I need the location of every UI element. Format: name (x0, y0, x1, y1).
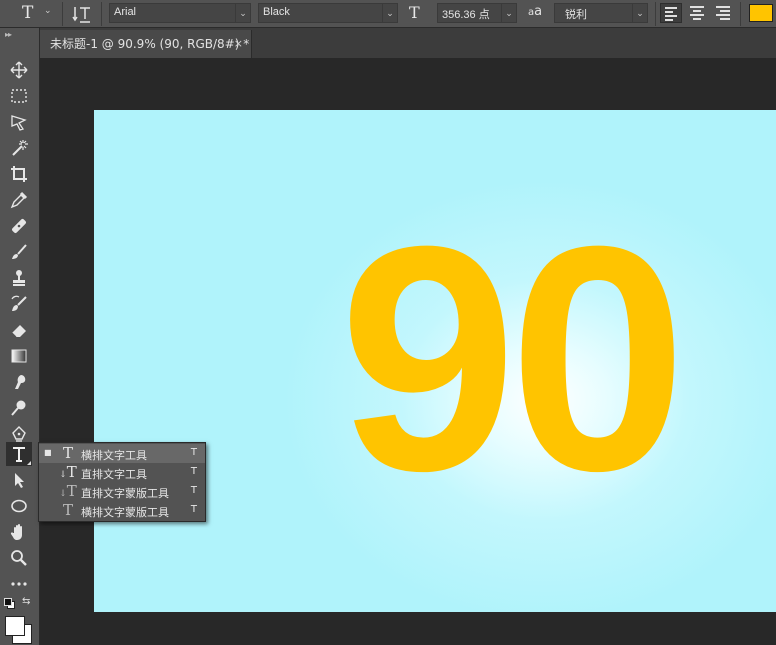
hand-tool[interactable] (6, 520, 32, 544)
history-brush-icon (11, 295, 27, 311)
anti-alias-select[interactable]: 锐利 ⌄ (554, 3, 648, 23)
type-tool-preset-icon[interactable]: T (22, 2, 33, 24)
gradient-icon (11, 349, 27, 363)
divider (101, 2, 102, 26)
chevron-down-icon: ⌄ (501, 4, 516, 22)
path-selection-tool[interactable] (6, 468, 32, 492)
collapse-panel-icon[interactable]: ▸▸ (5, 30, 12, 39)
magic-wand-tool[interactable] (6, 136, 32, 160)
magic-wand-icon (12, 140, 28, 156)
font-style-select[interactable]: Black ⌄ (258, 3, 398, 23)
anti-alias-icon: aa (528, 4, 543, 19)
ellipse-icon (11, 499, 27, 513)
align-left-button[interactable] (660, 3, 682, 23)
healing-brush-tool[interactable] (6, 214, 32, 238)
vertical-type-mask-icon: ↓T (59, 482, 77, 500)
edit-toolbar-button[interactable] (6, 572, 32, 596)
vertical-type-tool-item[interactable]: ↓T 直排文字工具 T (39, 463, 205, 482)
zoom-icon (11, 550, 27, 566)
menu-item-shortcut: T (190, 485, 197, 496)
pen-icon (12, 426, 26, 442)
move-icon (10, 61, 28, 79)
horizontal-type-mask-tool-item[interactable]: T 横排文字蒙版工具 T (39, 501, 205, 520)
smudge-icon (15, 375, 26, 389)
swap-colors-icon[interactable]: ⇆ (22, 596, 30, 607)
menu-item-shortcut: T (190, 466, 197, 477)
chevron-down-icon[interactable]: ⌄ (44, 6, 52, 16)
eyedropper-icon (10, 191, 28, 209)
font-size-input[interactable]: 356.36 点 ⌄ (437, 3, 517, 23)
gradient-tool[interactable] (6, 344, 32, 368)
ellipse-tool[interactable] (6, 494, 32, 518)
font-size-value: 356.36 点 (442, 9, 490, 21)
vertical-type-mask-tool-item[interactable]: ↓T 直排文字蒙版工具 T (39, 482, 205, 501)
smudge-tool[interactable] (6, 370, 32, 394)
canvas-area[interactable]: 90 (40, 58, 776, 645)
move-tool[interactable] (6, 58, 32, 82)
type-icon (13, 447, 25, 462)
foreground-color-swatch[interactable] (5, 616, 25, 636)
canvas-text-layer[interactable]: 90 (339, 198, 687, 518)
menu-item-label: 横排文字蒙版工具 (81, 506, 169, 519)
text-color-swatch[interactable] (749, 4, 773, 22)
chevron-down-icon: ⌄ (382, 4, 397, 22)
horizontal-type-icon: T (62, 444, 73, 462)
horizontal-type-tool-item[interactable]: ■ T 横排文字工具 T (39, 444, 205, 463)
eraser-tool[interactable] (6, 318, 32, 342)
document-tab[interactable]: 未标题-1 @ 90.9% (90, RGB/8#) * × (40, 30, 252, 58)
default-colors-icon[interactable] (4, 598, 15, 609)
document-tab-bar: 未标题-1 @ 90.9% (90, RGB/8#) * × (40, 28, 776, 58)
path-selection-icon (15, 473, 24, 488)
font-family-select[interactable]: Arial ⌄ (109, 3, 251, 23)
menu-item-shortcut: T (190, 504, 197, 515)
brush-icon (12, 244, 27, 259)
lasso-tool[interactable] (6, 110, 32, 134)
tools-panel: ▸▸ ⇆ (0, 28, 40, 645)
divider (740, 2, 741, 26)
vertical-type-icon: ↓T (59, 463, 77, 481)
close-icon[interactable]: × (234, 30, 243, 58)
clone-stamp-tool[interactable] (6, 266, 32, 290)
crop-tool[interactable] (6, 162, 32, 186)
font-size-icon: T (409, 3, 420, 22)
font-style-value: Black (263, 6, 290, 18)
divider (655, 2, 656, 26)
dodge-tool[interactable] (6, 396, 32, 420)
toggle-orientation-icon[interactable] (72, 3, 94, 28)
menu-item-label: 直排文字蒙版工具 (81, 487, 169, 500)
menu-item-shortcut: T (190, 447, 197, 458)
healing-brush-icon (12, 219, 26, 233)
lasso-icon (11, 115, 27, 131)
document-tab-title: 未标题-1 @ 90.9% (90, RGB/8#) * (50, 37, 250, 51)
chevron-down-icon: ⌄ (632, 4, 647, 22)
menu-item-label: 横排文字工具 (81, 449, 147, 462)
document-canvas[interactable]: 90 (94, 110, 776, 612)
eyedropper-tool[interactable] (6, 188, 32, 212)
eraser-icon (11, 325, 26, 338)
selected-indicator-icon: ■ (44, 448, 52, 457)
hand-icon (10, 524, 22, 540)
align-right-button[interactable] (712, 3, 734, 23)
zoom-tool[interactable] (6, 546, 32, 570)
dodge-icon (11, 400, 26, 416)
align-center-button[interactable] (686, 3, 708, 23)
type-tool-flyout-menu: ■ T 横排文字工具 T ↓T 直排文字工具 T ↓T 直排文字蒙版工具 T T… (38, 442, 206, 522)
font-family-value: Arial (114, 6, 137, 18)
brush-tool[interactable] (6, 240, 32, 264)
history-brush-tool[interactable] (6, 292, 32, 316)
horizontal-type-mask-icon: T (62, 501, 73, 519)
menu-item-label: 直排文字工具 (81, 468, 147, 481)
crop-icon (11, 166, 27, 182)
marquee-icon (11, 89, 27, 103)
chevron-down-icon: ⌄ (235, 4, 250, 22)
options-bar: T ⌄ Arial ⌄ Black ⌄ T 356.36 点 ⌄ aa 锐利 ⌄ (0, 0, 776, 28)
more-icon (11, 582, 27, 586)
clone-stamp-icon (13, 270, 25, 286)
divider (62, 2, 63, 26)
anti-alias-value: 锐利 (565, 9, 587, 21)
type-tool[interactable] (6, 442, 32, 466)
marquee-tool[interactable] (6, 84, 32, 108)
